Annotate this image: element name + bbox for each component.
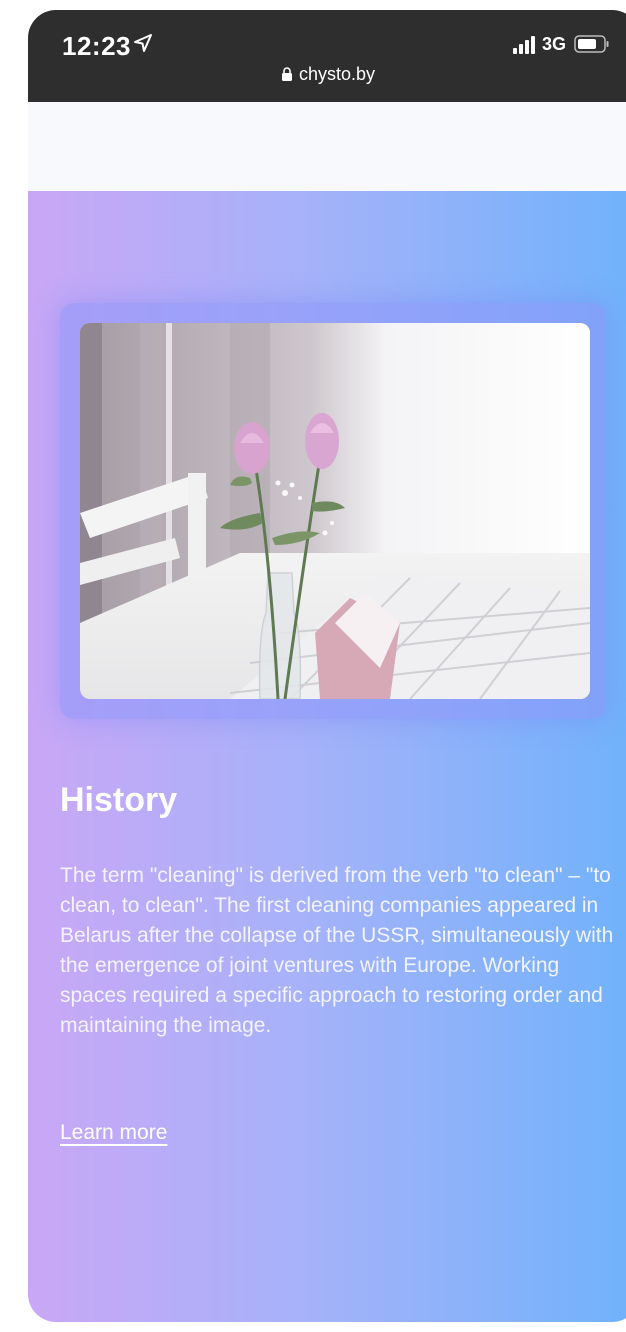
flowers-photo — [80, 323, 590, 699]
site-header — [28, 102, 626, 191]
photo-frame — [60, 303, 606, 719]
status-time: 12:23 — [62, 31, 131, 61]
phone-screen: 12:23 chysto.by 3G History The term "cle… — [28, 10, 626, 1322]
signal-icon — [513, 36, 535, 54]
location-arrow-icon — [134, 34, 152, 52]
history-section: History The term "cleaning" is derived f… — [28, 191, 626, 1322]
network-type: 3G — [542, 34, 567, 54]
battery-icon — [574, 35, 609, 53]
url-text: chysto.by — [298, 64, 376, 84]
learn-more-link[interactable]: Learn more — [60, 1121, 167, 1145]
section-description: The term "cleaning" is derived from the … — [60, 864, 614, 1037]
section-title: History — [60, 781, 178, 819]
address-bar[interactable]: chysto.by — [28, 64, 626, 85]
lock-icon — [281, 67, 292, 81]
status-bar: 12:23 chysto.by 3G — [28, 10, 626, 102]
